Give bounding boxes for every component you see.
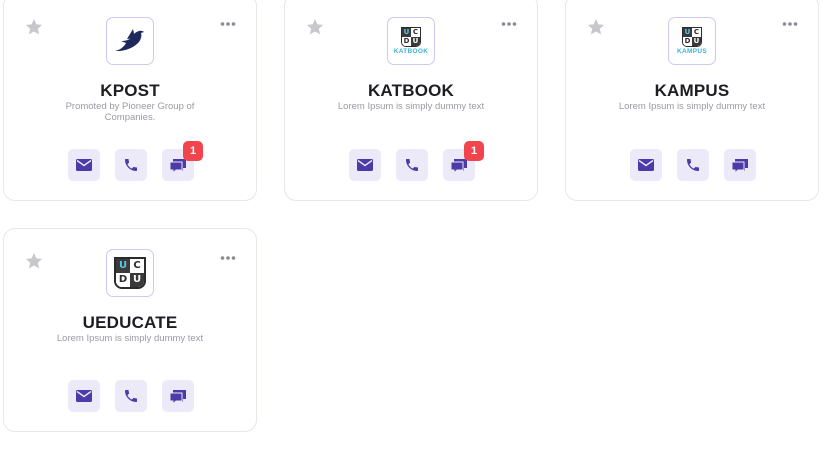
phone-button[interactable] <box>115 380 147 412</box>
phone-button[interactable] <box>396 149 428 181</box>
chat-button[interactable] <box>724 149 756 181</box>
ucdu-shield-icon: U C D U <box>114 257 146 289</box>
chat-button[interactable] <box>162 380 194 412</box>
mail-icon <box>76 390 92 402</box>
app-card-kampus[interactable]: U C D U KAMPUS KAMPUS Lorem Ipsum is sim… <box>565 0 819 201</box>
card-subtitle: Lorem Ipsum is simply dummy text <box>56 333 204 344</box>
phone-icon <box>406 159 418 171</box>
app-card-kpost[interactable]: KPOST Promoted by Pioneer Group of Compa… <box>3 0 257 201</box>
app-card-katbook[interactable]: U C D U KATBOOK KATBOOK Lorem Ipsum is s… <box>284 0 538 201</box>
app-card-ueducate[interactable]: U C D U UEDUCATE Lorem Ipsum is simply d… <box>3 228 257 432</box>
star-icon[interactable] <box>24 17 44 37</box>
kpost-logo <box>106 17 154 65</box>
logo-wordmark: KAMPUS <box>677 48 707 55</box>
card-title: KAMPUS <box>654 81 730 100</box>
phone-icon <box>125 390 137 402</box>
phone-icon <box>687 159 699 171</box>
mail-button[interactable] <box>349 149 381 181</box>
ueducate-logo: U C D U <box>106 249 154 297</box>
phone-button[interactable] <box>115 149 147 181</box>
star-icon[interactable] <box>305 17 325 37</box>
star-icon[interactable] <box>586 17 606 37</box>
card-actions <box>68 380 194 412</box>
mail-button[interactable] <box>630 149 662 181</box>
phone-button[interactable] <box>677 149 709 181</box>
card-title: KATBOOK <box>367 81 455 100</box>
card-actions <box>630 149 756 181</box>
mail-button[interactable] <box>68 380 100 412</box>
ucdu-shield-icon: U C D U <box>682 27 702 47</box>
kampus-logo: U C D U KAMPUS <box>668 17 716 65</box>
card-subtitle: Lorem Ipsum is simply dummy text <box>618 101 766 112</box>
card-actions: 1 <box>349 141 484 181</box>
more-icon[interactable] <box>782 21 798 27</box>
chat-icon <box>731 158 748 174</box>
chat-unread-badge: 1 <box>464 141 484 161</box>
card-title: UEDUCATE <box>82 313 178 332</box>
mail-icon <box>76 159 92 171</box>
ucdu-shield-icon: U C D U <box>400 27 421 47</box>
chat-button[interactable]: 1 <box>443 141 484 181</box>
mail-button[interactable] <box>68 149 100 181</box>
katbook-logo: U C D U KATBOOK <box>387 17 435 65</box>
bird-logo-icon <box>115 29 144 51</box>
phone-icon <box>125 159 137 171</box>
card-actions: 1 <box>68 141 203 181</box>
more-icon[interactable] <box>220 255 236 261</box>
chat-button[interactable]: 1 <box>162 141 203 181</box>
mail-icon <box>638 159 654 171</box>
more-icon[interactable] <box>501 21 517 27</box>
chat-icon <box>169 389 186 405</box>
star-icon[interactable] <box>24 251 44 271</box>
more-icon[interactable] <box>220 21 236 27</box>
card-subtitle: Lorem Ipsum is simply dummy text <box>337 101 485 112</box>
chat-unread-badge: 1 <box>183 141 203 161</box>
card-subtitle: Promoted by Pioneer Group of Companies. <box>65 101 195 123</box>
mail-icon <box>357 159 373 171</box>
card-title: KPOST <box>100 81 160 100</box>
logo-wordmark: KATBOOK <box>393 48 429 55</box>
